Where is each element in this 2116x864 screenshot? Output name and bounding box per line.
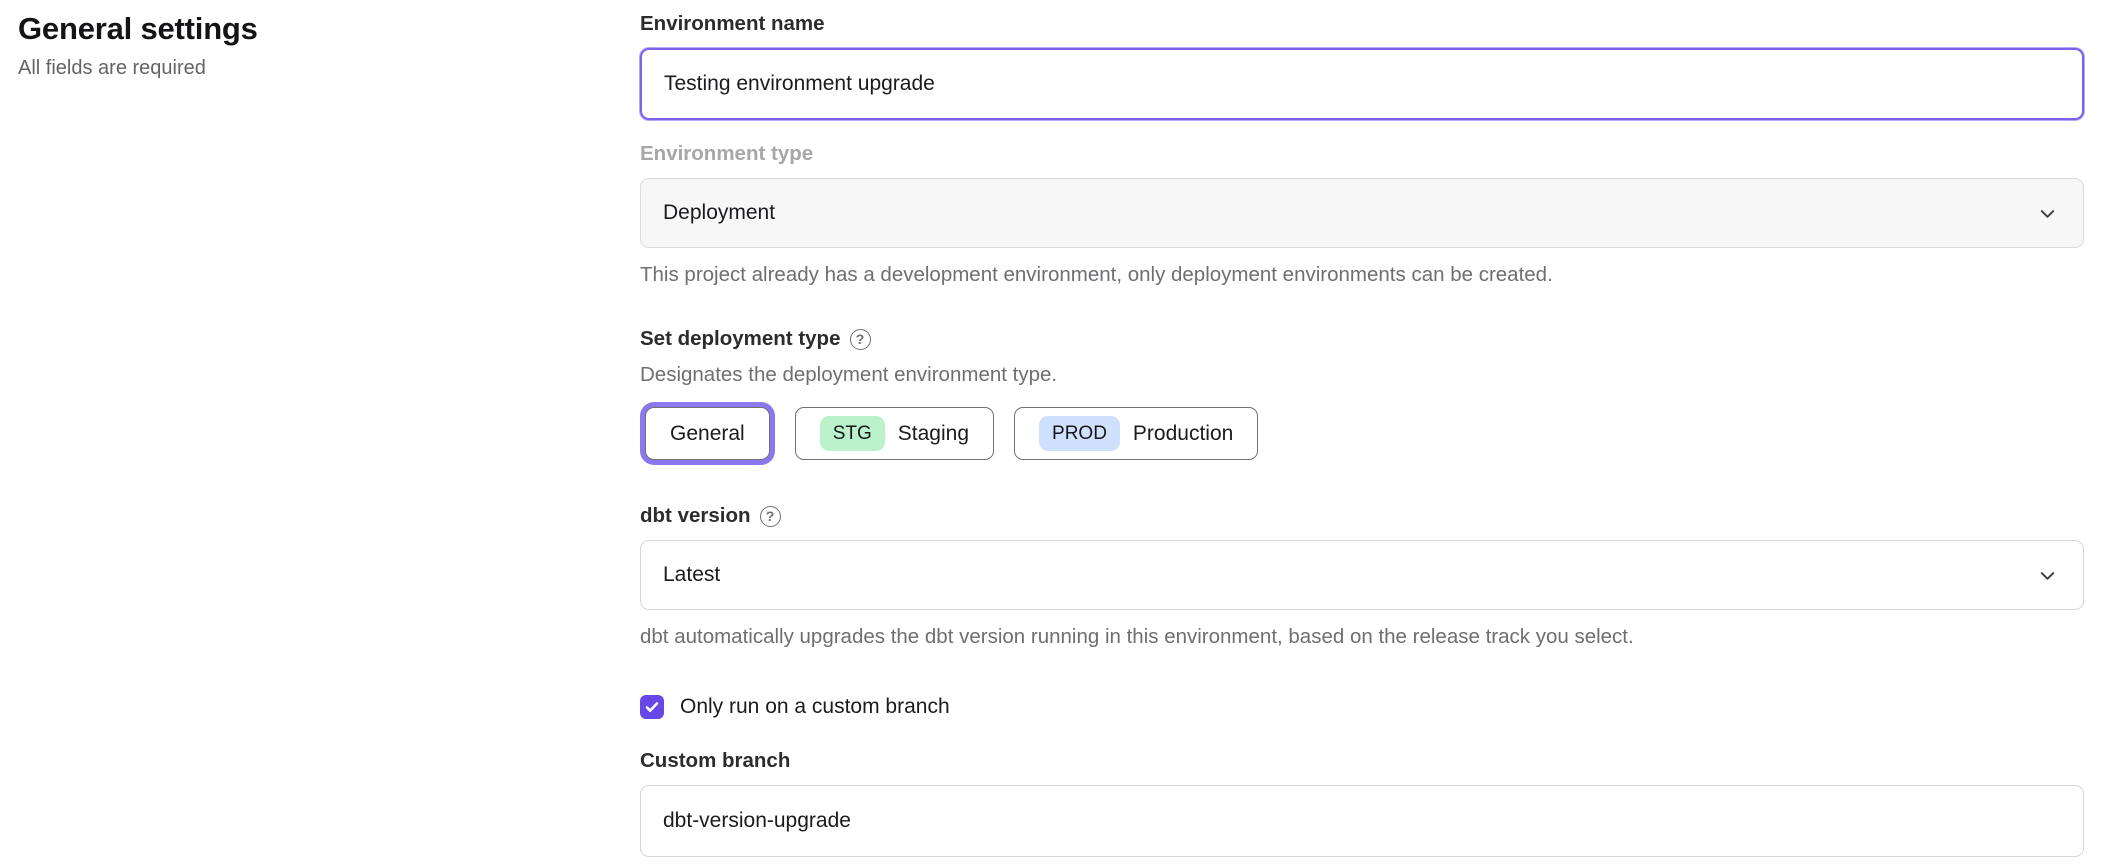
staging-badge: STG: [820, 416, 885, 451]
custom-branch-checkbox[interactable]: [640, 695, 664, 719]
environment-name-input[interactable]: [640, 48, 2084, 120]
dbt-version-label: dbt version ?: [640, 504, 2084, 528]
dbt-version-select[interactable]: Latest: [640, 540, 2084, 610]
deployment-type-option-production[interactable]: PROD Production: [1014, 407, 1258, 460]
deployment-type-option-general-label: General: [670, 423, 745, 444]
custom-branch-checkbox-label[interactable]: Only run on a custom branch: [680, 695, 950, 719]
deployment-type-description: Designates the deployment environment ty…: [640, 362, 2084, 387]
deployment-type-options: General STG Staging PROD Production: [640, 407, 2084, 460]
deployment-type-option-production-label: Production: [1133, 423, 1233, 444]
deployment-type-option-staging-label: Staging: [898, 423, 969, 444]
deployment-type-label: Set deployment type ?: [640, 327, 2084, 351]
general-settings-form: Environment name Environment type Deploy…: [640, 12, 2084, 857]
chevron-down-icon: [2036, 564, 2059, 587]
custom-branch-checkbox-row: Only run on a custom branch: [640, 695, 2084, 719]
environment-type-value: Deployment: [663, 201, 775, 225]
dbt-version-help-text: dbt automatically upgrades the dbt versi…: [640, 624, 2084, 649]
environment-type-help-text: This project already has a development e…: [640, 262, 2084, 287]
environment-name-label: Environment name: [640, 12, 2084, 36]
page-title: General settings: [18, 10, 578, 48]
help-icon[interactable]: ?: [850, 329, 871, 350]
dbt-version-value: Latest: [663, 563, 720, 587]
environment-type-label: Environment type: [640, 142, 2084, 166]
help-icon[interactable]: ?: [760, 506, 781, 527]
page-subtitle: All fields are required: [18, 56, 578, 80]
checkmark-icon: [644, 699, 660, 715]
settings-header: General settings All fields are required: [18, 10, 578, 80]
dbt-version-label-text: dbt version: [640, 504, 751, 528]
production-badge: PROD: [1039, 416, 1120, 451]
deployment-type-option-general[interactable]: General: [645, 407, 770, 460]
deployment-type-option-staging[interactable]: STG Staging: [795, 407, 994, 460]
environment-type-select: Deployment: [640, 178, 2084, 248]
chevron-down-icon: [2036, 202, 2059, 225]
deployment-type-label-text: Set deployment type: [640, 327, 841, 351]
custom-branch-label: Custom branch: [640, 749, 2084, 773]
custom-branch-input[interactable]: [640, 785, 2084, 857]
